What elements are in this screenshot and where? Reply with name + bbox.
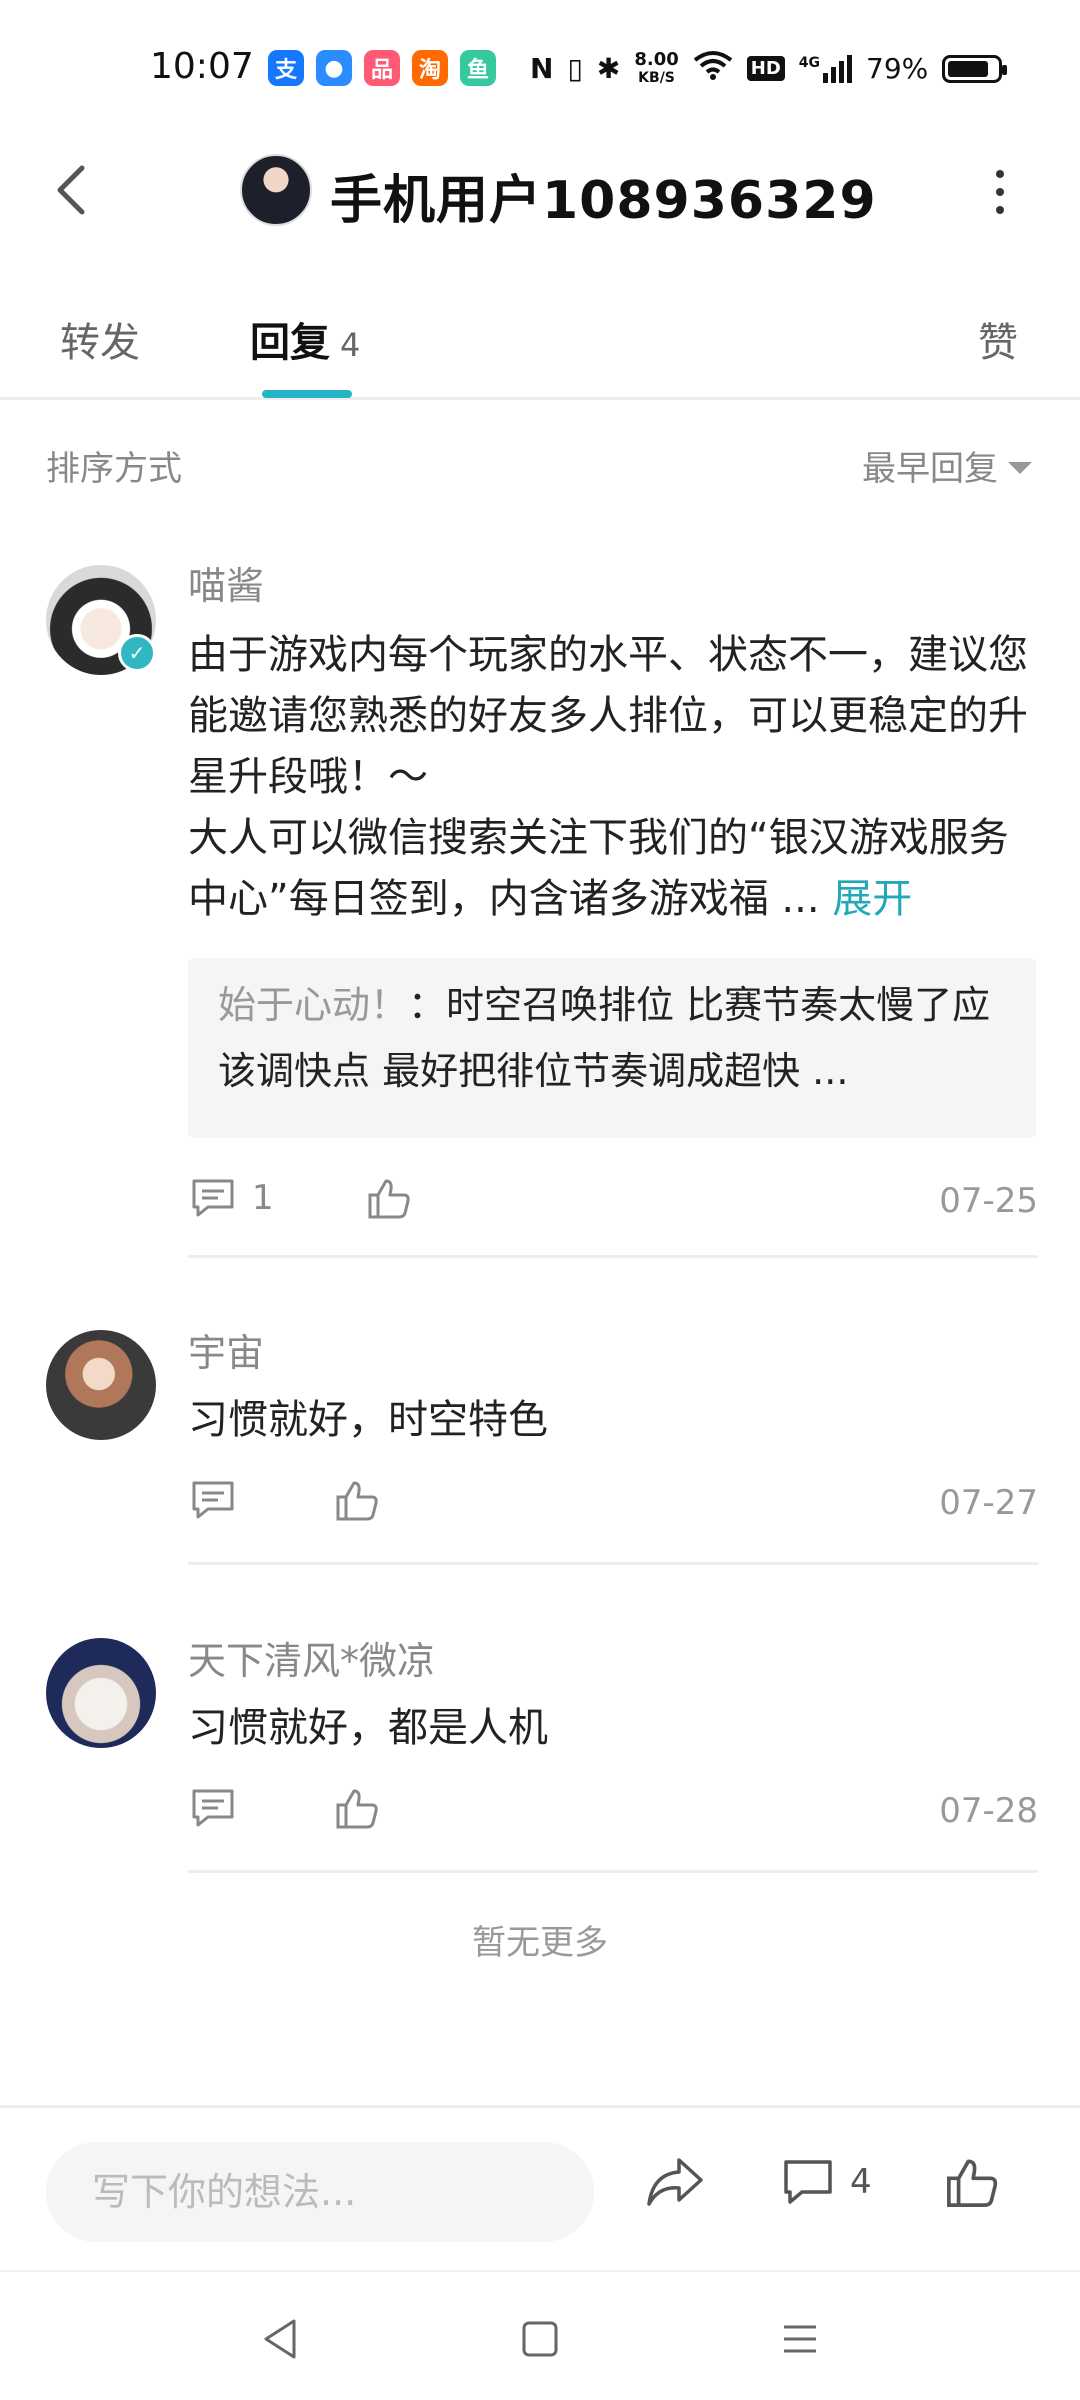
share-icon (647, 2158, 703, 2206)
comment-date: 07-25 (939, 1181, 1038, 1221)
like-button[interactable] (334, 1477, 380, 1523)
nav-home-button[interactable] (515, 2314, 565, 2364)
header: 手机用户108936329 (0, 140, 1080, 240)
fish-app-icon: 鱼 (460, 50, 496, 86)
more-dot (996, 170, 1004, 178)
menu-icon (784, 2325, 816, 2353)
reply-button[interactable] (190, 1477, 236, 1523)
tab-bar: 转发 回复 4 赞 (0, 290, 1080, 400)
quoted-comment[interactable]: 始于心动！：时空召唤排位 比赛节奏太慢了应该调快点 最好把徘位节奏调成超快 ..… (188, 958, 1036, 1138)
nav-menu-button[interactable] (775, 2314, 825, 2364)
comment-input[interactable] (46, 2142, 594, 2242)
square-home-icon (522, 2321, 558, 2357)
nav-back-button[interactable] (255, 2314, 305, 2364)
vibrate-icon: ▯ (567, 52, 583, 85)
sort-dropdown[interactable]: 最早回复 (862, 441, 1032, 490)
sort-row: 排序方式 最早回复 (0, 435, 1080, 495)
like-post-button[interactable] (944, 2154, 1000, 2210)
tab-replies[interactable]: 回复 4 (250, 310, 360, 368)
like-button[interactable] (334, 1785, 380, 1831)
status-time: 10:07 (150, 46, 254, 87)
tab-replies-count: 4 (340, 326, 361, 364)
tab-indicator (262, 390, 352, 398)
no-more-text: 暂无更多 (472, 1923, 608, 1963)
like-button[interactable] (366, 1175, 412, 1221)
more-dot (996, 206, 1004, 214)
notification-icons: 支 ● 品淘鱼 (268, 50, 496, 86)
more-options-button[interactable] (975, 162, 1025, 222)
divider (188, 1870, 1038, 1873)
thumbs-up-icon (336, 1789, 378, 1829)
wifi-icon (693, 50, 733, 87)
more-dot (996, 188, 1004, 196)
user-avatar[interactable] (240, 154, 312, 226)
signal-type: 4G (798, 54, 820, 71)
reply-button[interactable]: 1 (190, 1175, 274, 1221)
thumbs-up-icon (947, 2159, 998, 2207)
comment-author[interactable]: 喵酱 (188, 555, 264, 610)
triangle-back-icon (264, 2319, 296, 2359)
comment-date: 07-28 (939, 1791, 1038, 1831)
signal-icon: 4G (798, 54, 852, 83)
bluetooth-icon: ✱ (596, 52, 621, 85)
net-speed: 8.00 KB/S (634, 48, 679, 87)
page-title: 手机用户108936329 (330, 171, 877, 231)
back-arrow-icon (57, 165, 85, 215)
net-speed-unit: KB/S (638, 69, 675, 86)
comment-date: 07-27 (939, 1483, 1038, 1523)
comment-text: 由于游戏内每个玩家的水平、状态不一，建议您能邀请您熟悉的好友多人排位，可以更稳定… (188, 625, 1038, 930)
status-bar: 10:07 支 ● 品淘鱼 N ▯ ✱ 8.00 KB/S HD 4G 79% (0, 0, 1080, 140)
battery-percent: 79% (866, 52, 929, 85)
tab-likes[interactable]: 赞 (978, 310, 1018, 368)
comment-actions: 07-27 (188, 1477, 1038, 1537)
comment-text: 习惯就好，都是人机 (188, 1705, 548, 1751)
comment-input-wrapper (46, 2142, 594, 2242)
expand-link[interactable]: 展开 (832, 876, 912, 922)
comment-author[interactable]: 宇宙 (188, 1322, 264, 1377)
caret-down-icon (1008, 461, 1032, 474)
sort-selected: 最早回复 (862, 449, 998, 489)
share-button[interactable] (645, 2154, 705, 2210)
sort-label: 排序方式 (46, 449, 182, 489)
comment-actions: 07-28 (188, 1785, 1038, 1845)
comment-icon (192, 1179, 234, 1217)
comment-count: 4 (850, 2162, 872, 2202)
verified-badge-icon: ✓ (118, 634, 156, 672)
hd-icon: HD (746, 56, 785, 81)
system-icons: N ▯ ✱ 8.00 KB/S HD 4G 79% (530, 48, 1008, 87)
system-nav-bar (0, 2270, 1080, 2400)
comment-author[interactable]: 天下清风*微凉 (188, 1630, 435, 1685)
alipay-icon: 支 (268, 50, 304, 86)
bottom-bar: 4 (0, 2105, 1080, 2270)
comment-icon (192, 1789, 234, 1827)
thumbs-up-icon (368, 1179, 410, 1219)
quote-author: 始于心动！ (218, 983, 409, 1027)
reply-button[interactable] (190, 1785, 236, 1831)
back-button[interactable] (40, 160, 100, 220)
taobao-icon: 淘 (412, 50, 448, 86)
thumbs-up-icon (336, 1481, 378, 1521)
comment-icon (784, 2160, 832, 2204)
net-speed-value: 8.00 (634, 48, 679, 70)
circle-app-icon: ● (316, 50, 352, 86)
divider (188, 1562, 1038, 1565)
avatar[interactable] (46, 1330, 156, 1440)
comment-icon (192, 1481, 234, 1519)
divider (188, 1255, 1038, 1258)
comment-count-button[interactable]: 4 (780, 2154, 872, 2210)
page: 10:07 支 ● 品淘鱼 N ▯ ✱ 8.00 KB/S HD 4G 79% (0, 0, 1080, 2400)
xiaohongshu-icon: 品 (364, 50, 400, 86)
reply-count: 1 (252, 1178, 274, 1218)
comment-text: 习惯就好，时空特色 (188, 1397, 548, 1443)
comment-actions: 1 07-25 (188, 1175, 1038, 1235)
avatar[interactable] (46, 1638, 156, 1748)
nfc-icon: N (530, 52, 554, 85)
tab-forward[interactable]: 转发 (60, 310, 140, 368)
tab-replies-label: 回复 (250, 320, 330, 366)
battery-icon (942, 54, 1008, 83)
